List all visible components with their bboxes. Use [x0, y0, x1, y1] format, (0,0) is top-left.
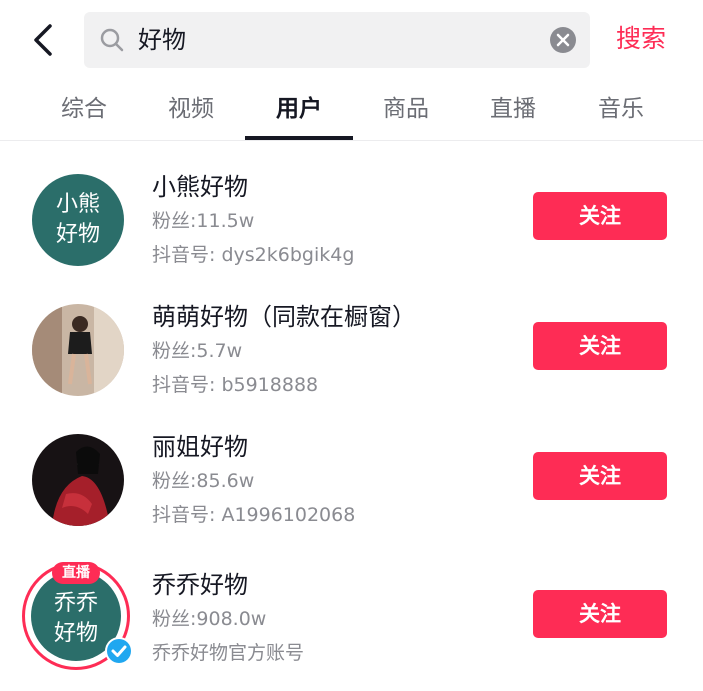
- avatar-text-top: 乔乔: [53, 591, 98, 616]
- woman-photo-icon: [32, 304, 124, 396]
- verified-icon: [105, 637, 133, 665]
- search-icon: [100, 28, 124, 52]
- active-tab-indicator: [245, 136, 353, 140]
- tab-all[interactable]: 综合: [34, 88, 134, 140]
- follow-button[interactable]: 关注: [533, 192, 667, 240]
- avatar[interactable]: [32, 304, 124, 396]
- user-row[interactable]: 丽姐好物 粉丝:85.6w 抖音号: A1996102068 关注: [0, 414, 703, 542]
- avatar-text-bottom: 好物: [53, 621, 98, 646]
- live-badge: 直播: [52, 562, 100, 584]
- user-name[interactable]: 乔乔好物: [152, 568, 248, 602]
- tab-products[interactable]: 商品: [356, 88, 456, 140]
- fan-count: 粉丝:908.0w: [152, 608, 267, 630]
- search-box[interactable]: 好物: [84, 12, 590, 68]
- fan-count: 粉丝:5.7w: [152, 340, 243, 362]
- user-row[interactable]: 乔乔 好物 直播 乔乔好物 粉丝:908.0w 乔乔好物官方账号 关注: [0, 552, 703, 680]
- user-name[interactable]: 小熊好物: [152, 170, 248, 204]
- fan-count: 粉丝:11.5w: [152, 210, 255, 232]
- account-id: 抖音号: dys2k6bgik4g: [152, 244, 355, 266]
- account-id: 抖音号: b5918888: [152, 374, 319, 396]
- avatar-text-top: 小熊: [55, 192, 100, 217]
- top-bar: 好物 搜索: [0, 0, 703, 80]
- tab-music[interactable]: 音乐: [571, 88, 671, 140]
- user-name[interactable]: 丽姐好物: [152, 430, 248, 464]
- back-arrow-icon[interactable]: [26, 22, 62, 58]
- search-button[interactable]: 搜索: [616, 20, 666, 58]
- tab-video[interactable]: 视频: [141, 88, 241, 140]
- follow-button[interactable]: 关注: [533, 322, 667, 370]
- woman-red-dress-photo-icon: [32, 434, 124, 526]
- account-description: 乔乔好物官方账号: [152, 642, 305, 664]
- follow-button[interactable]: 关注: [533, 452, 667, 500]
- avatar[interactable]: [32, 434, 124, 526]
- avatar[interactable]: 小熊 好物: [32, 174, 124, 266]
- user-row[interactable]: 小熊 好物 小熊好物 粉丝:11.5w 抖音号: dys2k6bgik4g 关注: [0, 154, 703, 282]
- clear-icon[interactable]: [549, 26, 577, 54]
- user-row[interactable]: 萌萌好物（同款在橱窗） 粉丝:5.7w 抖音号: b5918888 关注: [0, 284, 703, 412]
- tab-users[interactable]: 用户: [249, 88, 349, 140]
- tab-live[interactable]: 直播: [463, 88, 563, 140]
- avatar-text-bottom: 好物: [55, 222, 100, 247]
- follow-button[interactable]: 关注: [533, 590, 667, 638]
- category-tabs: 综合 视频 用户 商品 直播 音乐: [0, 88, 703, 141]
- account-id: 抖音号: A1996102068: [152, 504, 356, 526]
- user-name[interactable]: 萌萌好物（同款在橱窗）: [152, 300, 416, 334]
- fan-count: 粉丝:85.6w: [152, 470, 255, 492]
- search-input[interactable]: 好物: [138, 23, 186, 57]
